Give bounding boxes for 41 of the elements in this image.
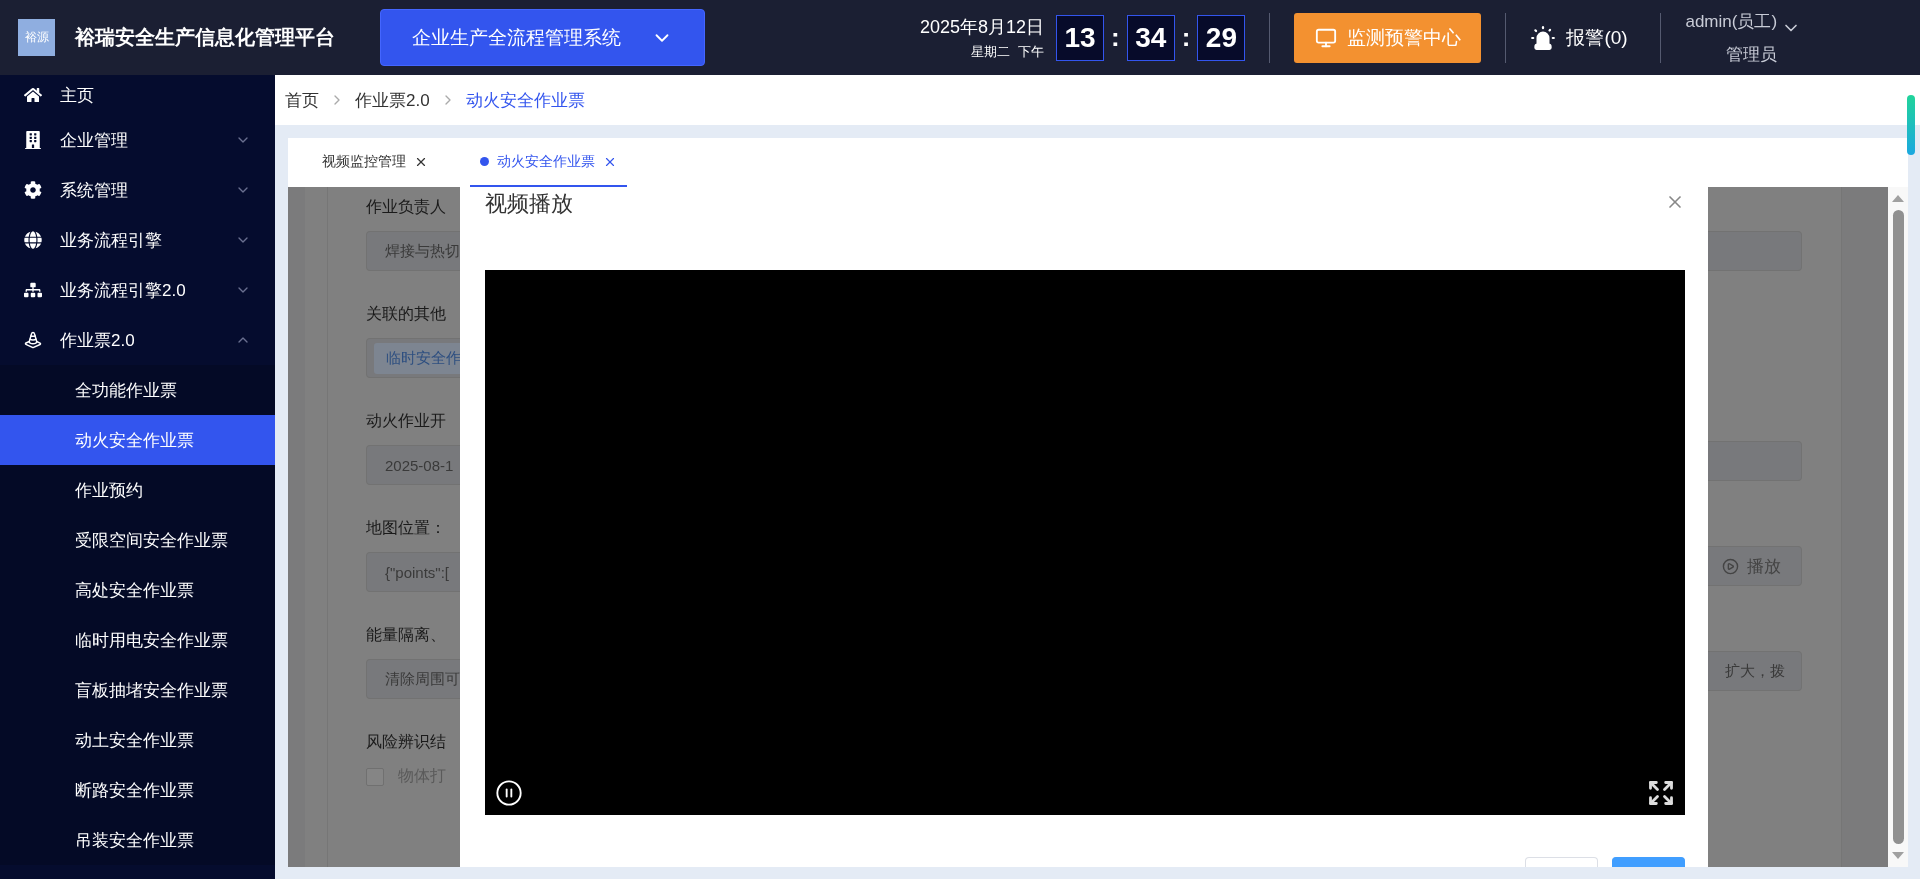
- breadcrumb-link[interactable]: 作业票2.0: [355, 88, 430, 112]
- user-name[interactable]: admin(员工): [1685, 9, 1778, 33]
- sidebar-subitem[interactable]: 临时用电安全作业票: [0, 615, 275, 665]
- form-label: 地图位置：: [366, 518, 447, 538]
- clock-digits: 29: [1197, 14, 1246, 61]
- sidebar-subitem[interactable]: 盲板抽堵安全作业票: [0, 665, 275, 715]
- sidebar-item[interactable]: 业务流程引擎: [0, 215, 275, 265]
- sidebar-subitem[interactable]: 动火安全作业票: [0, 415, 275, 465]
- sidebar-item[interactable]: 作业票2.0: [0, 315, 275, 365]
- sidebar-subitem[interactable]: 受限空间安全作业票: [0, 515, 275, 565]
- form-label: 作业负责人: [366, 197, 447, 217]
- form-label: 风险辨识结: [366, 732, 447, 752]
- date-text: 2025年8月12日: [920, 15, 1045, 39]
- sidebar-subitem[interactable]: 全功能作业票: [0, 365, 275, 415]
- period-text: 下午: [1018, 42, 1045, 61]
- app-title: 裕瑞安全生产信息化管理平台: [75, 25, 336, 50]
- sidebar-item[interactable]: 主页: [0, 75, 275, 115]
- dialog-title: 视频播放: [485, 190, 573, 218]
- sidebar-subitem[interactable]: 动土安全作业票: [0, 715, 275, 765]
- logo: 裕源: [18, 19, 55, 56]
- clock-separator: :: [1111, 22, 1120, 53]
- sidebar-subitem[interactable]: 作业预约: [0, 465, 275, 515]
- alarm-text[interactable]: 报警(0): [1566, 24, 1628, 51]
- form-label: 关联的其他: [366, 304, 447, 324]
- page-tab[interactable]: 视频监控管理: [312, 138, 438, 187]
- breadcrumb-link[interactable]: 动火安全作业票: [465, 88, 585, 112]
- breadcrumb-link[interactable]: 首页: [285, 88, 319, 112]
- sidebar-subitem[interactable]: 吊装安全作业票: [0, 815, 275, 865]
- clock-separator: :: [1181, 22, 1191, 53]
- sidebar-item[interactable]: 业务流程引擎2.0: [0, 265, 275, 315]
- form-label: 动火作业开: [366, 411, 447, 431]
- clock-digits: 13: [1056, 14, 1105, 61]
- user-role: 管理员: [1726, 43, 1778, 66]
- sidebar-item[interactable]: 系统管理: [0, 165, 275, 215]
- sidebar-subitem[interactable]: 高处安全作业票: [0, 565, 275, 615]
- clock-digits: 34: [1126, 14, 1175, 61]
- sidebar-subitem[interactable]: 断路安全作业票: [0, 765, 275, 815]
- system-selector[interactable]: 企业生产全流程管理系统: [380, 9, 705, 66]
- form-label: 能量隔离、: [366, 625, 447, 645]
- sidebar-item[interactable]: 企业管理: [0, 115, 275, 165]
- weekday-text: 星期二: [971, 42, 1011, 61]
